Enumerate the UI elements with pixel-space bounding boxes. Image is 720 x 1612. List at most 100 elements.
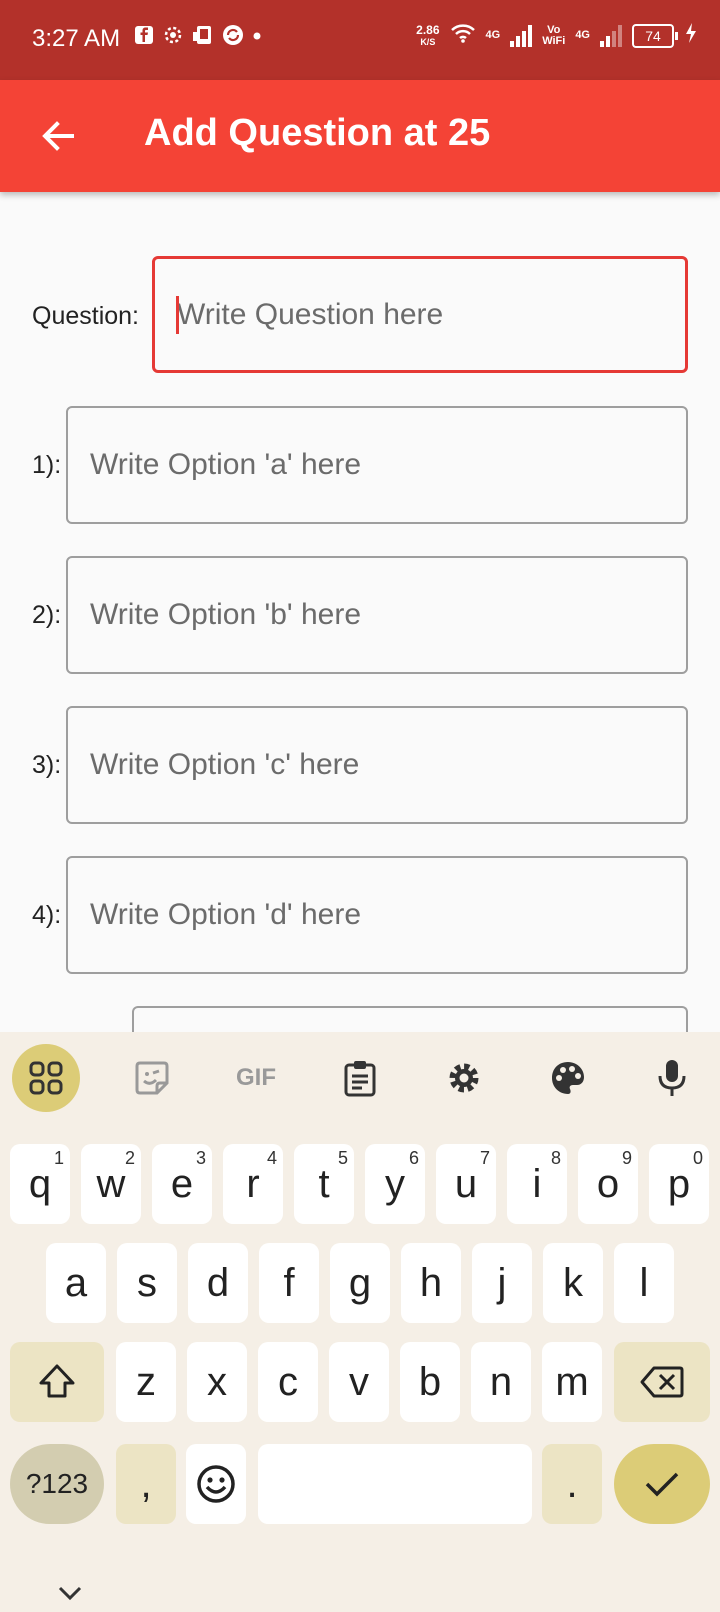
key-s[interactable]: s	[117, 1243, 177, 1323]
backspace-icon	[640, 1366, 684, 1398]
key-z[interactable]: z	[116, 1342, 176, 1422]
key-m[interactable]: m	[542, 1342, 602, 1422]
key-label: r	[246, 1161, 260, 1206]
theme-button[interactable]	[536, 1046, 600, 1110]
backspace-key[interactable]	[614, 1342, 710, 1422]
key-e[interactable]: e3	[152, 1144, 212, 1224]
option-a-label: 1):	[32, 451, 62, 479]
sync-status-icon	[222, 24, 244, 52]
key-label: w	[96, 1161, 126, 1206]
option-c-input[interactable]	[68, 708, 686, 822]
notification-dot-icon	[252, 24, 262, 52]
checkmark-icon	[645, 1472, 679, 1497]
key-k[interactable]: k	[543, 1243, 603, 1323]
settings-status-icon	[162, 24, 184, 52]
key-l[interactable]: l	[614, 1243, 674, 1323]
key-label: l	[639, 1260, 649, 1305]
key-p[interactable]: p0	[649, 1144, 709, 1224]
key-label: j	[497, 1260, 507, 1305]
page-title: Add Question at 25	[144, 112, 491, 154]
palette-icon	[552, 1062, 584, 1094]
option-b-field[interactable]	[66, 556, 688, 674]
key-n[interactable]: n	[471, 1342, 531, 1422]
option-c-field[interactable]	[66, 706, 688, 824]
key-hint: 7	[479, 1148, 490, 1168]
gif-button[interactable]: GIF	[224, 1046, 288, 1110]
key-i[interactable]: i8	[507, 1144, 567, 1224]
key-label: h	[419, 1260, 443, 1305]
key-label: a	[64, 1260, 88, 1305]
key-label: m	[555, 1359, 589, 1404]
question-input[interactable]	[155, 259, 685, 370]
key-hint: 5	[337, 1148, 348, 1168]
option-b-input[interactable]	[68, 558, 686, 672]
key-label: x	[207, 1359, 227, 1404]
key-c[interactable]: c	[258, 1342, 318, 1422]
period-key[interactable]: .	[542, 1444, 602, 1524]
question-field[interactable]	[152, 256, 688, 373]
enter-key[interactable]	[614, 1444, 710, 1524]
symbols-key[interactable]: ?123	[10, 1444, 104, 1524]
key-d[interactable]: d	[188, 1243, 248, 1323]
option-a-input[interactable]	[68, 408, 686, 522]
vowifi-indicator: Vo WiFi	[542, 23, 566, 47]
key-label: d	[206, 1260, 230, 1305]
space-key[interactable]	[258, 1444, 532, 1524]
key-q[interactable]: q1	[10, 1144, 70, 1224]
key-label: f	[283, 1260, 295, 1305]
comma-key[interactable]: ,	[116, 1444, 176, 1524]
device-status-icon	[192, 24, 214, 52]
key-v[interactable]: v	[329, 1342, 389, 1422]
key-a[interactable]: a	[46, 1243, 106, 1323]
sticker-button[interactable]	[120, 1046, 184, 1110]
option-a-field[interactable]	[66, 406, 688, 524]
app-bar: Add Question at 25	[0, 80, 720, 192]
key-g[interactable]: g	[330, 1243, 390, 1323]
key-t[interactable]: t5	[294, 1144, 354, 1224]
key-label: v	[349, 1359, 369, 1404]
key-x[interactable]: x	[187, 1342, 247, 1422]
collapse-keyboard-icon[interactable]	[54, 1582, 86, 1606]
key-h[interactable]: h	[401, 1243, 461, 1323]
key-hint: 2	[124, 1148, 135, 1168]
option-d-field[interactable]	[66, 856, 688, 974]
key-label: n	[489, 1359, 513, 1404]
clipboard-button[interactable]	[328, 1046, 392, 1110]
network-type-2: 4G	[575, 29, 590, 41]
shift-key[interactable]	[10, 1342, 104, 1422]
key-u[interactable]: u7	[436, 1144, 496, 1224]
question-label: Question:	[32, 302, 140, 330]
back-button[interactable]	[38, 116, 78, 156]
key-r[interactable]: r4	[223, 1144, 283, 1224]
clipboard-icon	[344, 1061, 376, 1097]
option-c-label: 3):	[32, 751, 62, 779]
key-b[interactable]: b	[400, 1342, 460, 1422]
key-label: s	[137, 1260, 157, 1305]
wifi-icon	[450, 22, 476, 49]
key-hint: 0	[692, 1148, 703, 1168]
voice-input-button[interactable]	[640, 1046, 704, 1110]
apps-grid-button[interactable]	[12, 1044, 80, 1112]
key-f[interactable]: f	[259, 1243, 319, 1323]
key-hint: 3	[195, 1148, 206, 1168]
key-label: b	[418, 1359, 442, 1404]
key-j[interactable]: j	[472, 1243, 532, 1323]
emoji-key[interactable]	[186, 1444, 246, 1524]
key-w[interactable]: w2	[81, 1144, 141, 1224]
apps-grid-icon	[29, 1061, 63, 1095]
soft-keyboard: GIF ?123 , . q 1 w 2 e 3 r 4 t 5 y 6 u 7…	[0, 1032, 720, 1612]
key-label: g	[348, 1260, 372, 1305]
key-label: o	[596, 1161, 620, 1206]
charging-icon	[684, 22, 698, 49]
key-hint: 4	[266, 1148, 277, 1168]
keyboard-settings-button[interactable]	[432, 1046, 496, 1110]
key-label: q	[28, 1161, 52, 1206]
arrow-back-icon	[42, 121, 74, 151]
option-b-label: 2):	[32, 601, 62, 629]
key-hint: 9	[621, 1148, 632, 1168]
key-y[interactable]: y6	[365, 1144, 425, 1224]
key-label: z	[136, 1359, 156, 1404]
key-o[interactable]: o9	[578, 1144, 638, 1224]
option-d-input[interactable]	[68, 858, 686, 972]
key-label: p	[667, 1161, 691, 1206]
